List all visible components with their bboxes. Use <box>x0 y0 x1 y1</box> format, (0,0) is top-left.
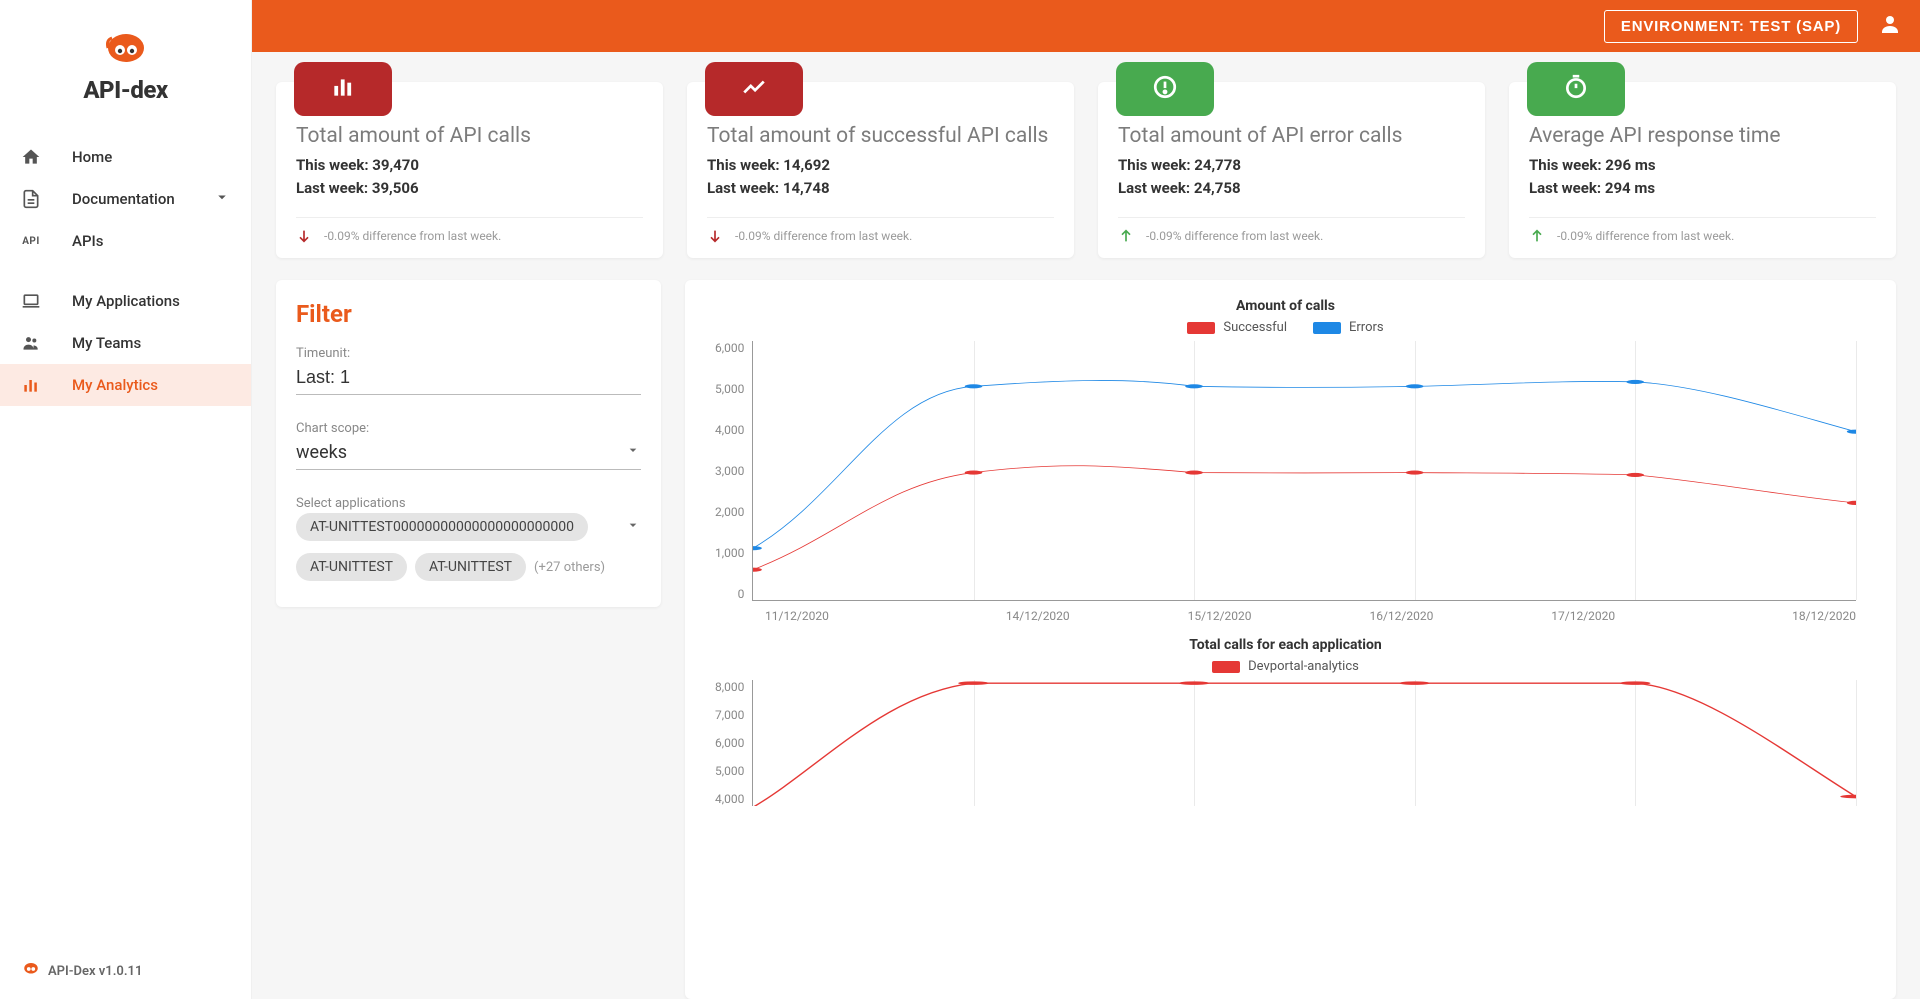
sidebar-item-apis[interactable]: API APIs <box>0 220 251 262</box>
chart-plot <box>752 680 1856 806</box>
filter-card: Filter Timeunit: Chart scope: weeks Sele… <box>276 280 661 607</box>
kpi-tab <box>1116 62 1214 116</box>
sidebar-item-label: Home <box>72 148 231 166</box>
kpi-total-calls: Total amount of API calls This week: 39,… <box>276 82 663 258</box>
kpi-tab <box>1527 62 1625 116</box>
logo-text: API-dex <box>20 76 231 104</box>
kpi-title: Total amount of API error calls <box>1118 124 1465 148</box>
kpi-last-week: Last week: 14,748 <box>707 177 1054 200</box>
kpi-this-week: This week: 24,778 <box>1118 154 1465 177</box>
filter-title: Filter <box>296 300 641 328</box>
kpi-last-week: Last week: 294 ms <box>1529 177 1876 200</box>
laptop-icon <box>20 290 42 312</box>
kpi-diff-text: -0.09% difference from last week. <box>735 229 912 243</box>
kpi-row: Total amount of API calls This week: 39,… <box>276 82 1896 258</box>
kpi-title: Total amount of successful API calls <box>707 124 1054 148</box>
home-icon <box>20 146 42 168</box>
kpi-last-week: Last week: 39,506 <box>296 177 643 200</box>
sidebar-item-documentation[interactable]: Documentation <box>0 178 251 220</box>
chart-title: Amount of calls <box>715 298 1856 314</box>
chart-amount-of-calls: Amount of calls Successful Errors 6,0005… <box>715 298 1856 623</box>
timer-icon <box>1563 74 1589 104</box>
chevron-down-icon[interactable] <box>625 517 641 537</box>
api-icon: API <box>20 230 42 252</box>
app-chip[interactable]: AT-UNITTEST <box>296 553 407 581</box>
sidebar-item-my-teams[interactable]: My Teams <box>0 322 251 364</box>
charts-panel: Amount of calls Successful Errors 6,0005… <box>685 280 1896 999</box>
kpi-tab <box>294 62 392 116</box>
document-icon <box>20 188 42 210</box>
sidebar-item-label: Documentation <box>72 190 213 208</box>
legend-item[interactable]: Devportal-analytics <box>1212 659 1359 674</box>
kpi-title: Average API response time <box>1529 124 1876 148</box>
app-chip[interactable]: AT-UNITTEST <box>415 553 526 581</box>
legend-item[interactable]: Errors <box>1313 320 1384 335</box>
kpi-this-week: This week: 296 ms <box>1529 154 1876 177</box>
topbar: ENVIRONMENT: TEST (SAP) <box>252 0 1920 52</box>
chart-title: Total calls for each application <box>715 637 1856 653</box>
kpi-diff-text: -0.09% difference from last week. <box>1557 229 1734 243</box>
scope-value: weeks <box>296 442 347 463</box>
app-chip[interactable]: AT-UNITTEST00000000000000000000000 <box>296 513 588 541</box>
kpi-this-week: This week: 39,470 <box>296 154 643 177</box>
kpi-error-calls: Total amount of API error calls This wee… <box>1098 82 1485 258</box>
legend-item[interactable]: Successful <box>1187 320 1287 335</box>
sidebar-item-home[interactable]: Home <box>0 136 251 178</box>
chips-more: (+27 others) <box>534 560 605 575</box>
chart-legend: Successful Errors <box>715 320 1856 335</box>
sidebar-footer: API-Dex v1.0.11 <box>0 943 251 999</box>
timeunit-input[interactable] <box>296 363 641 395</box>
sidebar-item-my-applications[interactable]: My Applications <box>0 280 251 322</box>
apps-label: Select applications <box>296 496 641 511</box>
people-icon <box>20 332 42 354</box>
sidebar-item-label: APIs <box>72 232 231 250</box>
logo-icon <box>102 30 150 70</box>
arrow-down-icon <box>707 228 723 244</box>
y-axis: 8,0007,0006,0005,0004,000 <box>715 680 752 806</box>
analytics-icon <box>20 374 42 396</box>
arrow-up-icon <box>1118 228 1134 244</box>
alert-icon <box>1152 74 1178 104</box>
logo: API-dex <box>0 0 251 128</box>
kpi-response-time: Average API response time This week: 296… <box>1509 82 1896 258</box>
nav: Home Documentation API APIs My Applicati… <box>0 128 251 943</box>
kpi-tab <box>705 62 803 116</box>
kpi-successful-calls: Total amount of successful API calls Thi… <box>687 82 1074 258</box>
scope-select[interactable]: weeks <box>296 438 641 470</box>
arrow-down-icon <box>296 228 312 244</box>
chevron-down-icon <box>213 188 231 210</box>
sidebar: API-dex Home Documentation API APIs My A… <box>0 0 252 999</box>
kpi-this-week: This week: 14,692 <box>707 154 1054 177</box>
scope-label: Chart scope: <box>296 421 641 436</box>
kpi-title: Total amount of API calls <box>296 124 643 148</box>
chart-legend: Devportal-analytics <box>715 659 1856 674</box>
user-icon[interactable] <box>1878 12 1902 40</box>
kpi-diff-text: -0.09% difference from last week. <box>324 229 501 243</box>
kpi-diff-text: -0.09% difference from last week. <box>1146 229 1323 243</box>
version-text: API-Dex v1.0.11 <box>48 964 142 979</box>
sidebar-item-label: My Applications <box>72 292 231 310</box>
kpi-last-week: Last week: 24,758 <box>1118 177 1465 200</box>
bar-chart-icon <box>330 74 356 104</box>
sidebar-item-label: My Analytics <box>72 376 231 394</box>
logo-small-icon <box>22 961 40 981</box>
chart-plot <box>752 341 1856 601</box>
y-axis: 6,0005,0004,0003,0002,0001,0000 <box>715 341 752 601</box>
sidebar-item-my-analytics[interactable]: My Analytics <box>0 364 251 406</box>
arrow-up-icon <box>1529 228 1545 244</box>
sidebar-item-label: My Teams <box>72 334 231 352</box>
environment-button[interactable]: ENVIRONMENT: TEST (SAP) <box>1604 10 1858 43</box>
trend-icon <box>741 74 767 104</box>
chevron-down-icon <box>625 442 641 463</box>
x-axis: 11/12/202014/12/202015/12/202016/12/2020… <box>715 609 1856 623</box>
chart-total-per-app: Total calls for each application Devport… <box>715 637 1856 806</box>
timeunit-label: Timeunit: <box>296 346 641 361</box>
